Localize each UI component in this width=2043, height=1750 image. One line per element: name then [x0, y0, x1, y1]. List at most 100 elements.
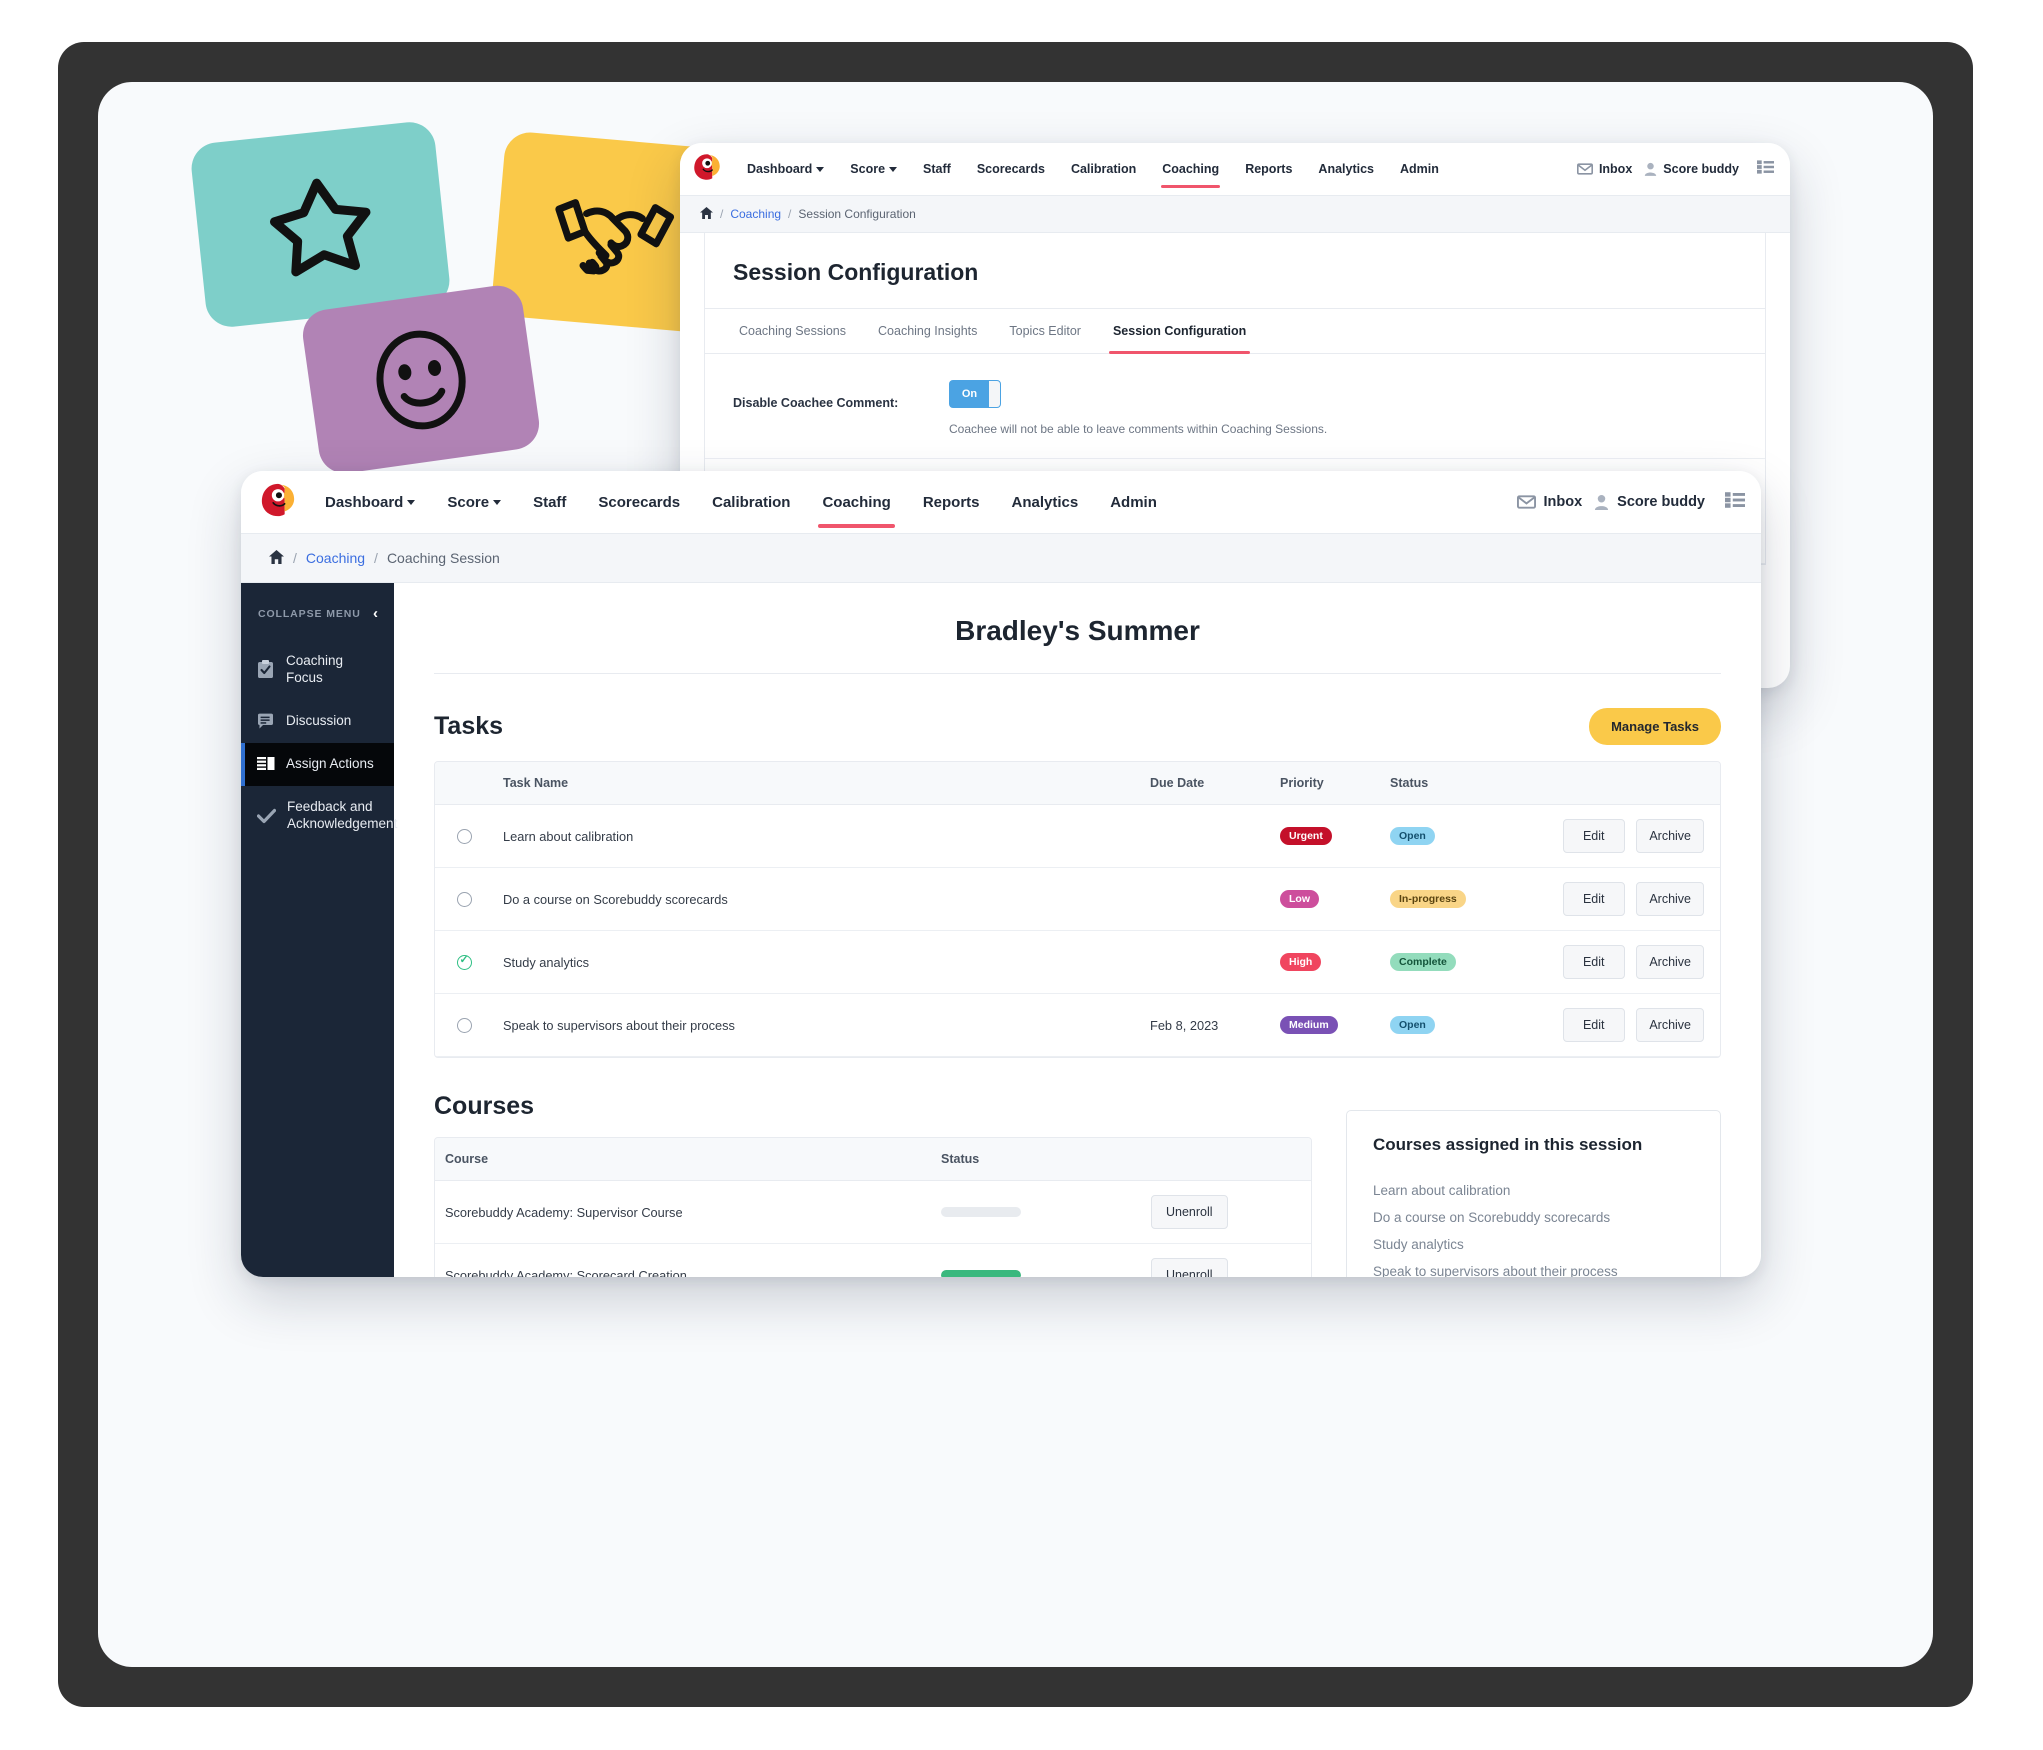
table-row: Learn about calibration Urgent Open Edit… [435, 804, 1720, 868]
nav-item-coaching[interactable]: Coaching [806, 476, 906, 529]
nav-item-calibration[interactable]: Calibration [1058, 148, 1149, 190]
user-avatar-icon [1645, 162, 1657, 176]
tasks-header-row: Task Name Due Date Priority Status [435, 762, 1720, 805]
tab-coaching-sessions[interactable]: Coaching Sessions [723, 309, 862, 353]
nav-item-reports[interactable]: Reports [1232, 148, 1305, 190]
th-course: Course [435, 1138, 931, 1181]
setting-row-disable-coachee-comment: Disable Coachee Comment: On Coachee will… [705, 354, 1765, 459]
canvas-surface: Dashboard Score Staff Scorecards Calibra… [98, 82, 1933, 1667]
archive-button[interactable]: Archive [1636, 882, 1704, 916]
unenroll-button[interactable]: Unenroll [1151, 1258, 1228, 1277]
sidebar-item-coaching-focus[interactable]: Coaching Focus [241, 640, 394, 700]
config-subtabs: Coaching Sessions Coaching Insights Topi… [705, 308, 1765, 354]
list-grid-icon[interactable] [1757, 159, 1774, 179]
list-grid-icon[interactable] [1725, 491, 1745, 513]
archive-button[interactable]: Archive [1636, 819, 1704, 853]
tab-coaching-insights[interactable]: Coaching Insights [862, 309, 993, 353]
task-checkbox[interactable] [456, 892, 472, 908]
unenroll-button[interactable]: Unenroll [1151, 1195, 1228, 1229]
inbox-label: Inbox [1543, 494, 1583, 510]
tasks-table: Task Name Due Date Priority Status Learn… [435, 762, 1720, 1057]
back-window-topnav: Dashboard Score Staff Scorecards Calibra… [680, 143, 1790, 195]
task-checkbox[interactable] [456, 829, 472, 845]
nav-item-reports[interactable]: Reports [907, 476, 996, 529]
collapse-menu-row[interactable]: COLLAPSE MENU ‹ [241, 599, 394, 640]
archive-button[interactable]: Archive [1636, 945, 1704, 979]
list-item[interactable]: Learn about calibration [1373, 1177, 1694, 1204]
nav-item-dashboard[interactable]: Dashboard [309, 476, 431, 529]
nav-item-scorecards[interactable]: Scorecards [964, 148, 1058, 190]
task-due-date [1140, 804, 1270, 868]
nav-item-score[interactable]: Score [837, 148, 910, 190]
home-icon[interactable] [700, 206, 713, 222]
breadcrumb-link-coaching[interactable]: Coaching [306, 550, 365, 566]
user-menu[interactable]: Score buddy [1594, 494, 1713, 510]
nav-item-coaching[interactable]: Coaching [1149, 148, 1232, 190]
inbox-button[interactable]: Inbox [1576, 162, 1632, 176]
nav-item-admin[interactable]: Admin [1387, 148, 1452, 190]
front-breadcrumb: / Coaching / Coaching Session [241, 533, 1761, 583]
task-name: Speak to supervisors about their process [493, 993, 1140, 1057]
edit-button[interactable]: Edit [1562, 1008, 1625, 1042]
nav-item-calibration[interactable]: Calibration [696, 476, 806, 529]
task-checkbox-checked[interactable] [456, 953, 472, 971]
disable-coachee-comment-toggle[interactable]: On [949, 380, 1001, 408]
back-breadcrumb: / Coaching / Session Configuration [680, 195, 1790, 233]
nav-item-admin[interactable]: Admin [1094, 476, 1173, 529]
list-item[interactable]: Speak to supervisors about their process [1373, 1258, 1694, 1277]
progress-fill [941, 1269, 1021, 1277]
task-checkbox[interactable] [456, 1018, 472, 1034]
front-nav-links: Dashboard Score Staff Scorecards Calibra… [309, 476, 1173, 529]
task-status-cell: Open [1380, 804, 1530, 868]
user-menu[interactable]: Score buddy [1644, 162, 1745, 176]
edit-button[interactable]: Edit [1562, 819, 1625, 853]
task-priority-cell: Low [1270, 867, 1380, 931]
nav-item-analytics[interactable]: Analytics [996, 476, 1095, 529]
nav-item-scorecards[interactable]: Scorecards [582, 476, 696, 529]
sidebar-item-label: Discussion [286, 712, 352, 728]
tab-topics-editor[interactable]: Topics Editor [993, 309, 1097, 353]
chevron-down-icon [407, 500, 416, 506]
scorebuddy-parrot-logo[interactable] [692, 152, 722, 187]
chevron-down-icon [816, 167, 825, 173]
priority-badge: Low [1280, 890, 1319, 908]
scorebuddy-parrot-logo[interactable] [259, 481, 297, 524]
nav-item-staff[interactable]: Staff [910, 148, 964, 190]
task-actions-cell: Edit Archive [1530, 993, 1720, 1057]
sidebar-item-feedback-and-acknowledgement[interactable]: Feedback and Acknowledgement [241, 786, 397, 846]
coaching-sidebar: COLLAPSE MENU ‹ Coaching Focus Discussio… [241, 583, 397, 1277]
task-status-cell: Open [1380, 993, 1530, 1057]
comment-icon [257, 713, 275, 730]
course-progress-cell [931, 1243, 1141, 1277]
task-priority-cell: High [1270, 930, 1380, 994]
nav-item-analytics[interactable]: Analytics [1305, 148, 1387, 190]
list-item[interactable]: Study analytics [1373, 1231, 1694, 1258]
nav-item-dashboard[interactable]: Dashboard [734, 148, 837, 190]
th-task-name: Task Name [493, 762, 1140, 805]
nav-item-staff[interactable]: Staff [517, 476, 582, 529]
breadcrumb-link-coaching[interactable]: Coaching [730, 207, 781, 221]
task-actions-cell: Edit Archive [1530, 867, 1720, 931]
sidebar-item-label: Coaching Focus [286, 653, 344, 685]
coaching-session-window: Dashboard Score Staff Scorecards Calibra… [241, 471, 1761, 1277]
sidebar-item-discussion[interactable]: Discussion [241, 700, 394, 743]
envelope-icon [1576, 163, 1593, 175]
nav-item-score[interactable]: Score [431, 476, 517, 529]
courses-table-body: Scorebuddy Academy: Supervisor Course Un… [435, 1180, 1311, 1277]
sidebar-item-assign-actions[interactable]: Assign Actions [241, 742, 394, 786]
manage-tasks-button[interactable]: Manage Tasks [1589, 708, 1721, 745]
front-window-body: COLLAPSE MENU ‹ Coaching Focus Discussio… [241, 583, 1761, 1277]
edit-button[interactable]: Edit [1562, 882, 1625, 916]
list-item[interactable]: Do a course on Scorebuddy scorecards [1373, 1204, 1694, 1231]
home-icon[interactable] [269, 549, 284, 567]
edit-button[interactable]: Edit [1562, 945, 1625, 979]
tasks-table-wrapper: Task Name Due Date Priority Status Learn… [434, 761, 1721, 1058]
tasks-section-header: Tasks Manage Tasks [434, 674, 1721, 761]
th-priority: Priority [1270, 762, 1380, 805]
status-badge: Open [1390, 1016, 1435, 1034]
chevron-left-icon[interactable]: ‹ [373, 605, 378, 622]
archive-button[interactable]: Archive [1636, 1008, 1704, 1042]
inbox-button[interactable]: Inbox [1516, 494, 1583, 510]
task-checkbox-cell [435, 930, 493, 994]
tab-session-configuration[interactable]: Session Configuration [1097, 309, 1262, 354]
